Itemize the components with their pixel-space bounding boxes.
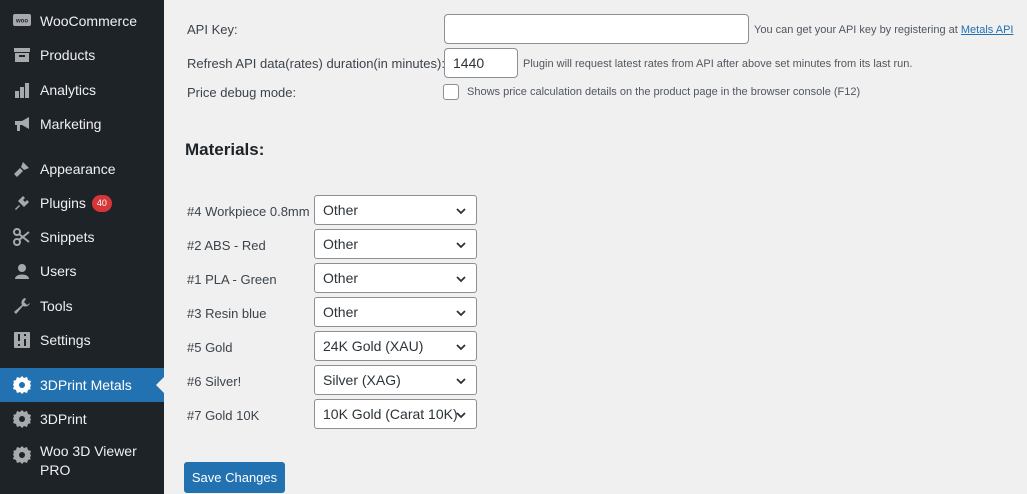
sidebar-item-analytics[interactable]: Analytics xyxy=(0,73,164,107)
api-key-description: You can get your API key by registering … xyxy=(754,24,1014,36)
select-value: Other xyxy=(323,304,359,320)
update-count-badge: 40 xyxy=(91,194,112,212)
select-value: 24K Gold (XAU) xyxy=(323,338,424,354)
gear-icon xyxy=(12,375,32,395)
chevron-down-icon xyxy=(456,344,466,351)
admin-sidebar: woo WooCommerce Products Analytics Marke… xyxy=(0,0,164,494)
sidebar-item-label: WooCommerce xyxy=(40,13,137,29)
chevron-down-icon xyxy=(456,412,466,419)
sidebar-item-label: Appearance xyxy=(40,161,116,177)
material-select[interactable]: Other xyxy=(314,195,477,225)
wrench-icon xyxy=(12,296,32,316)
chevron-down-icon xyxy=(456,208,466,215)
sidebar-item-marketing[interactable]: Marketing xyxy=(0,107,164,141)
sidebar-item-label: 3DPrint Metals xyxy=(40,377,132,393)
materials-heading: Materials: xyxy=(185,140,265,159)
api-key-label: API Key: xyxy=(187,22,238,37)
user-icon xyxy=(12,261,32,281)
select-value: Other xyxy=(323,202,359,218)
sidebar-item-label: Tools xyxy=(40,298,73,314)
sidebar-item-products[interactable]: Products xyxy=(0,38,164,72)
chevron-down-icon xyxy=(456,310,466,317)
material-select[interactable]: 10K Gold (Carat 10K) xyxy=(314,399,477,429)
gear-icon xyxy=(12,409,32,429)
material-select[interactable]: Silver (XAG) xyxy=(314,365,477,395)
sliders-icon xyxy=(12,330,32,350)
chevron-down-icon xyxy=(456,378,466,385)
material-select[interactable]: Other xyxy=(314,229,477,259)
archive-icon xyxy=(12,45,32,65)
metals-api-link[interactable]: Metals API xyxy=(961,24,1014,36)
sidebar-item-label: Products xyxy=(40,47,96,63)
sidebar-item-label: Analytics xyxy=(40,82,97,98)
select-value: Silver (XAG) xyxy=(323,372,401,388)
material-label: #4 Workpiece 0.8mm xyxy=(187,204,310,219)
bar-chart-icon xyxy=(12,80,32,100)
api-key-input[interactable] xyxy=(444,14,749,44)
sidebar-item-3dprint[interactable]: 3DPrint xyxy=(0,402,164,436)
chevron-down-icon xyxy=(456,276,466,283)
sidebar-item-tools[interactable]: Tools xyxy=(0,289,164,323)
sidebar-item-label: 3DPrint xyxy=(40,411,87,427)
refresh-duration-input[interactable] xyxy=(444,48,518,78)
woocommerce-icon: woo xyxy=(12,11,32,31)
sidebar-item-label: Plugins xyxy=(40,195,86,211)
gear-icon xyxy=(12,445,32,465)
material-select[interactable]: Other xyxy=(314,263,477,293)
scissors-icon xyxy=(12,227,32,247)
material-label: #5 Gold xyxy=(187,340,233,355)
svg-text:woo: woo xyxy=(15,19,28,25)
sidebar-item-snippets[interactable]: Snippets xyxy=(0,220,164,254)
chevron-down-icon xyxy=(456,242,466,249)
sidebar-item-appearance[interactable]: Appearance xyxy=(0,152,164,186)
sidebar-item-woo-3d-viewer-pro[interactable]: Woo 3D Viewer PRO xyxy=(0,442,164,488)
sidebar-item-woocommerce[interactable]: woo WooCommerce xyxy=(0,4,164,38)
paintbrush-icon xyxy=(12,159,32,179)
select-value: Other xyxy=(323,270,359,286)
material-label: #7 Gold 10K xyxy=(187,408,260,423)
sidebar-item-label: Snippets xyxy=(40,229,95,245)
select-value: Other xyxy=(323,236,359,252)
sidebar-item-label: Marketing xyxy=(40,116,102,132)
material-label: #1 PLA - Green xyxy=(187,272,277,287)
material-select[interactable]: 24K Gold (XAU) xyxy=(314,331,477,361)
megaphone-icon xyxy=(12,114,32,134)
material-label: #3 Resin blue xyxy=(187,306,267,321)
sidebar-item-settings[interactable]: Settings xyxy=(0,323,164,357)
plug-icon xyxy=(12,193,32,213)
price-debug-description: Shows price calculation details on the p… xyxy=(467,86,861,98)
sidebar-item-plugins[interactable]: Plugins 40 xyxy=(0,186,164,220)
select-value: 10K Gold (Carat 10K) xyxy=(323,406,458,422)
sidebar-item-label: Users xyxy=(40,263,77,279)
sidebar-item-users[interactable]: Users xyxy=(0,254,164,288)
price-debug-checkbox[interactable] xyxy=(443,84,459,100)
save-changes-button[interactable]: Save Changes xyxy=(184,462,285,493)
material-select[interactable]: Other xyxy=(314,297,477,327)
price-debug-label: Price debug mode: xyxy=(187,85,297,100)
sidebar-item-label: Woo 3D Viewer PRO xyxy=(40,443,137,478)
material-label: #2 ABS - Red xyxy=(187,238,266,253)
refresh-duration-label: Refresh API data(rates) duration(in minu… xyxy=(187,56,445,71)
material-label: #6 Silver! xyxy=(187,374,242,389)
sidebar-item-3dprint-metals[interactable]: 3DPrint Metals xyxy=(0,368,164,402)
sidebar-item-label: Settings xyxy=(40,332,91,348)
refresh-duration-description: Plugin will request latest rates from AP… xyxy=(523,58,913,70)
